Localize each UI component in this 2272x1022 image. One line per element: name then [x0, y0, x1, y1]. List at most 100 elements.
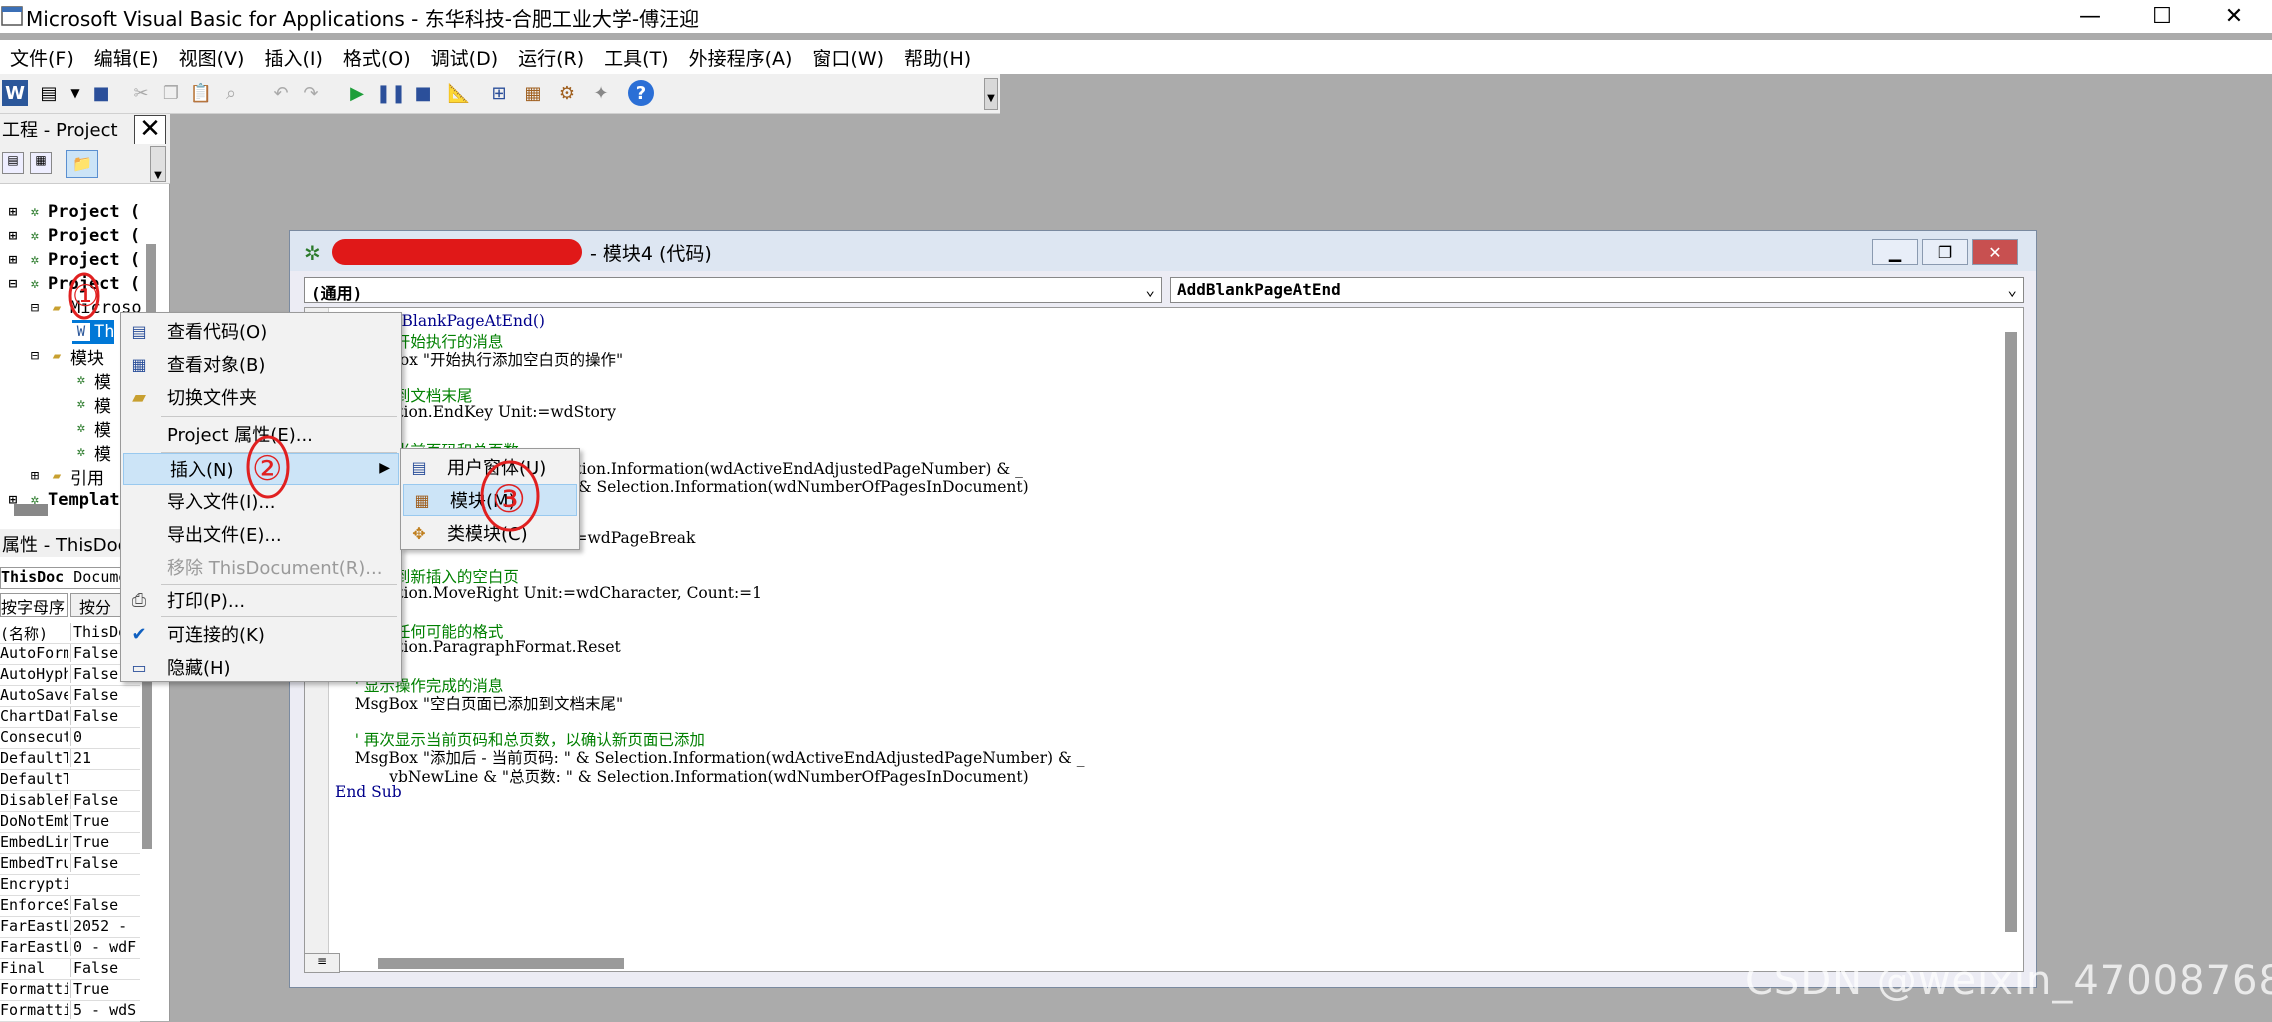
tree-item-thisdocument[interactable]: W Th	[72, 320, 115, 344]
menu-item-view-object[interactable]: ▦ 查看对象(B)	[121, 348, 401, 380]
menu-item-insert[interactable]: 插入(N) ▶	[123, 453, 399, 485]
submenu-item-userform[interactable]: ▤ 用户窗体(U)	[401, 451, 579, 483]
collapse-icon[interactable]: ⊟	[4, 275, 22, 293]
chevron-down-icon[interactable]: ▼	[62, 80, 88, 106]
property-row[interactable]: DoNotEmb True	[0, 812, 140, 833]
property-row[interactable]: EmbedLin True	[0, 833, 140, 854]
stop-icon[interactable]: ■	[410, 80, 436, 106]
property-value[interactable]: True	[70, 980, 140, 998]
code-close-button[interactable]: ✕	[1972, 239, 2018, 265]
property-row[interactable]: DefaultT 21	[0, 749, 140, 770]
procedure-combo[interactable]: AddBlankPageAtEnd ⌄	[1170, 277, 2024, 303]
code-minimize-button[interactable]: ▁	[1872, 239, 1918, 265]
code-restore-button[interactable]: ❐	[1922, 239, 1968, 265]
expand-icon[interactable]: ⊞	[4, 203, 22, 221]
property-row[interactable]: Final False	[0, 959, 140, 980]
menu-item-export-file[interactable]: 导出文件(E)...	[121, 518, 401, 550]
tree-folder-references[interactable]: ⊞ ▰ 引用	[26, 464, 104, 489]
tree-module-1[interactable]: ✲ 模	[72, 368, 111, 393]
property-value[interactable]: True	[70, 812, 140, 830]
close-button[interactable]: ✕	[2200, 0, 2268, 33]
property-value[interactable]: False	[70, 791, 140, 809]
project-explorer-icon[interactable]: ⊞	[486, 80, 512, 106]
tree-module-2[interactable]: ✲ 模	[72, 392, 111, 417]
view-code-icon[interactable]: ▤	[2, 152, 24, 174]
code-vscroll-thumb[interactable]	[2005, 332, 2017, 932]
property-value[interactable]: 5 - wdS	[70, 1001, 140, 1019]
redo-icon[interactable]: ↷	[298, 80, 324, 106]
property-row[interactable]: AutoSave False	[0, 686, 140, 707]
menu-item-hide[interactable]: ▭ 隐藏(H)	[121, 651, 401, 683]
collapse-icon[interactable]: ⊟	[26, 299, 44, 317]
tree-module-3[interactable]: ✲ 模	[72, 416, 111, 441]
procedure-view-icon[interactable]: ≡	[304, 953, 340, 973]
copy-icon[interactable]: ❐	[158, 80, 184, 106]
menu-insert[interactable]: 插入(I)	[254, 44, 332, 71]
menu-item-project-properties[interactable]: Project 属性(E)...	[121, 418, 401, 450]
submenu-item-module[interactable]: ▦ 模块(M)	[403, 484, 577, 516]
menu-addins[interactable]: 外接程序(A)	[679, 44, 803, 71]
undo-icon[interactable]: ↶	[268, 80, 294, 106]
pause-icon[interactable]: ❚❚	[376, 80, 406, 106]
menu-file[interactable]: 文件(F)	[0, 44, 84, 71]
property-value[interactable]: 0 - wdF	[70, 938, 140, 956]
code-hscroll-thumb[interactable]	[378, 958, 624, 969]
cut-icon[interactable]: ✂	[128, 80, 154, 106]
property-value[interactable]: False	[70, 959, 140, 977]
object-combo[interactable]: (通用) ⌄	[304, 277, 1162, 303]
menu-item-view-code[interactable]: ▤ 查看代码(O)	[121, 315, 401, 347]
toolbar-overflow-chevron[interactable]: ▼	[984, 78, 998, 110]
menu-edit[interactable]: 编辑(E)	[84, 44, 169, 71]
property-value[interactable]: 0	[70, 728, 140, 746]
property-row[interactable]: EmbedTru False	[0, 854, 140, 875]
view-object-icon[interactable]: ▦	[30, 152, 52, 174]
tree-module-4[interactable]: ✲ 模	[72, 440, 111, 465]
find-icon[interactable]: ⌕	[218, 80, 244, 106]
paste-icon[interactable]: 📋	[188, 80, 214, 106]
project-panel-close-button[interactable]: ✕	[134, 115, 166, 145]
menu-format[interactable]: 格式(O)	[333, 44, 421, 71]
property-value[interactable]: False	[70, 854, 140, 872]
toggle-folders-icon[interactable]: 📁	[66, 150, 98, 178]
word-icon[interactable]: W	[2, 80, 28, 106]
property-row[interactable]: Encrypti	[0, 875, 140, 896]
property-value[interactable]: True	[70, 833, 140, 851]
property-value[interactable]: 21	[70, 749, 140, 767]
property-value[interactable]: False	[70, 686, 140, 704]
menu-item-import-file[interactable]: 导入文件(I)...	[121, 485, 401, 517]
tree-project-2[interactable]: ⊞ ✲ Project (	[4, 224, 140, 248]
property-row[interactable]: FarEastL 2052 -	[0, 917, 140, 938]
menu-view[interactable]: 视图(V)	[169, 44, 255, 71]
tree-folder-modules[interactable]: ⊟ ▰ 模块	[26, 344, 104, 369]
property-row[interactable]: Consecut 0	[0, 728, 140, 749]
property-value[interactable]: 2052 -	[70, 917, 140, 935]
expand-icon[interactable]: ⊞	[4, 251, 22, 269]
menu-window[interactable]: 窗口(W)	[802, 44, 894, 71]
property-row[interactable]: AutoHyph False	[0, 665, 140, 686]
design-mode-icon[interactable]: 📐	[446, 80, 472, 106]
menu-item-toggle-folders[interactable]: ▰ 切换文件夹	[121, 381, 401, 413]
property-row[interactable]: FarEastL 0 - wdF	[0, 938, 140, 959]
minimize-button[interactable]: —	[2056, 0, 2124, 33]
help-icon[interactable]: ?	[628, 80, 654, 106]
maximize-button[interactable]: ☐	[2128, 0, 2196, 33]
save-icon[interactable]: ■	[88, 80, 114, 106]
property-row[interactable]: ChartDat False	[0, 707, 140, 728]
property-row[interactable]: Formatti 5 - wdS	[0, 1001, 140, 1022]
run-icon[interactable]: ▶	[344, 80, 370, 106]
menu-item-dockable[interactable]: ✔ 可连接的(K)	[121, 618, 401, 650]
property-row[interactable]: EnforceS False	[0, 896, 140, 917]
property-row[interactable]: (名称) ThisDo	[0, 623, 140, 644]
menu-item-print[interactable]: ⎙ 打印(P)...	[121, 584, 401, 616]
tree-project-4[interactable]: ⊟ ✲ Project (	[4, 272, 140, 296]
properties-window-icon[interactable]: ▦	[520, 80, 546, 106]
submenu-item-class-module[interactable]: ✥ 类模块(C)	[401, 517, 579, 549]
property-value[interactable]: False	[70, 896, 140, 914]
toolbox-icon[interactable]: ✦	[588, 80, 614, 106]
collapse-icon[interactable]: ⊟	[26, 347, 44, 365]
tree-project-1[interactable]: ⊞ ✲ Project (	[4, 200, 140, 224]
project-toolbar-chevron[interactable]: ▼	[150, 146, 166, 182]
property-row[interactable]: DefaultT	[0, 770, 140, 791]
properties-object-combo[interactable]: ThisDoc Docume	[0, 567, 140, 589]
tree-project-3[interactable]: ⊞ ✲ Project (	[4, 248, 140, 272]
